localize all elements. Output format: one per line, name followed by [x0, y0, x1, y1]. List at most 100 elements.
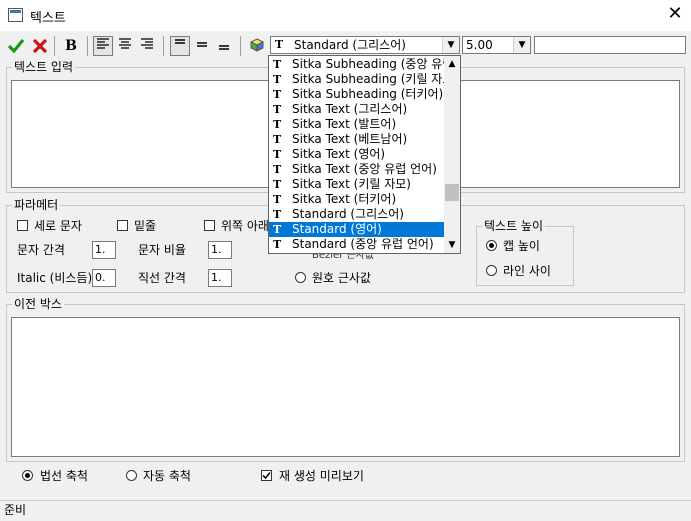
font-list-item[interactable]: T Sitka Text (중앙 유럽 언어) — [269, 162, 444, 177]
font-list-item-label: Sitka Text (터키어) — [292, 192, 397, 206]
cube-icon — [249, 38, 265, 52]
font-list-item-label: Standard (그리스어) — [292, 207, 404, 221]
font-list-item[interactable]: T Sitka Text (그리스어) — [269, 102, 444, 117]
truetype-icon: T — [273, 103, 282, 116]
font-combo[interactable]: T Standard (그리스어) ▼ — [270, 36, 460, 54]
valign-bottom-button[interactable] — [214, 36, 234, 56]
chevron-down-icon[interactable]: ▼ — [513, 37, 530, 53]
font-list-item[interactable]: T Sitka Text (키릴 자모) — [269, 177, 444, 192]
italic-label: Italic (비스듬) — [17, 271, 93, 285]
underline-checkbox[interactable] — [117, 220, 128, 231]
font-list-item[interactable]: T Sitka Text (발트어) — [269, 117, 444, 132]
line-between-label: 라인 사이 — [503, 264, 551, 278]
font-list-item-label: Sitka Text (영어) — [292, 147, 386, 161]
extra-field[interactable] — [534, 36, 686, 54]
cap-height-radio[interactable] — [486, 240, 497, 251]
valign-bottom-icon — [219, 45, 229, 50]
status-text: 준비 — [4, 503, 27, 517]
separator — [87, 36, 88, 56]
align-center-icon — [119, 38, 131, 49]
font-list-item[interactable]: T Sitka Subheading (키릴 자모 — [269, 72, 444, 87]
truetype-icon: T — [273, 133, 282, 146]
dropdown-scrollbar[interactable]: ▲ ▼ — [444, 56, 460, 253]
check-icon — [262, 472, 271, 480]
cancel-button[interactable] — [30, 36, 50, 56]
truetype-icon: T — [273, 223, 282, 236]
truetype-icon: T — [275, 38, 284, 51]
vertical-text-checkbox[interactable] — [17, 220, 28, 231]
x-icon — [32, 38, 48, 54]
align-center-button[interactable] — [115, 36, 135, 56]
line-spacing-label: 직선 간격 — [138, 271, 186, 285]
font-dropdown-list[interactable]: T Sitka Subheading (중앙 유럽 T Sitka Subheadin… — [268, 55, 461, 254]
char-spacing-label: 문자 간격 — [17, 243, 65, 257]
font-list-item[interactable]: T Sitka Text (베트남어) — [269, 132, 444, 147]
auto-scale-label: 자동 축척 — [143, 469, 191, 483]
size-combo[interactable]: 5.00 ▼ — [462, 36, 531, 54]
vertical-text-label: 세로 문자 — [34, 219, 82, 233]
underline-label: 밑줄 — [134, 219, 157, 233]
arc-approx-radio[interactable] — [295, 272, 306, 283]
font-list-item[interactable]: T Sitka Text (터키어) — [269, 192, 444, 207]
arc-approx-label: 원호 근사값 — [312, 271, 372, 285]
align-right-button[interactable] — [137, 36, 157, 56]
symbol-button[interactable] — [247, 36, 267, 56]
ok-button[interactable] — [6, 36, 26, 56]
chevron-up-icon[interactable]: ▲ — [444, 56, 460, 72]
char-spacing-input[interactable]: 1. — [92, 241, 116, 259]
align-left-icon — [97, 38, 109, 49]
cap-height-label: 캡 높이 — [503, 239, 540, 253]
valign-top-button[interactable] — [170, 36, 190, 56]
bold-button[interactable]: B — [61, 36, 81, 56]
valign-top-icon — [175, 39, 185, 44]
auto-scale-radio[interactable] — [126, 470, 137, 481]
separator — [54, 36, 55, 56]
italic-input[interactable]: 0. — [92, 269, 116, 287]
font-list-item[interactable]: T Sitka Text (영어) — [269, 147, 444, 162]
font-list-item-label: Sitka Subheading (중앙 유럽 — [292, 57, 444, 71]
font-list-item-label: Sitka Text (발트어) — [292, 117, 397, 131]
font-list-item[interactable]: T Standard (그리스어) — [269, 207, 444, 222]
valign-middle-button[interactable] — [192, 36, 212, 56]
params-legend: 파라메터 — [12, 198, 61, 212]
truetype-icon: T — [273, 73, 282, 86]
chevron-down-icon[interactable]: ▼ — [442, 37, 459, 53]
regen-preview-checkbox[interactable] — [261, 470, 272, 481]
font-list-item-label: Standard (중앙 유럽 언어) — [292, 237, 434, 251]
preview-box — [11, 317, 680, 457]
font-list-item-label: Sitka Text (베트남어) — [292, 132, 408, 146]
truetype-icon: T — [273, 163, 282, 176]
align-right-icon — [141, 38, 153, 49]
char-ratio-label: 문자 비율 — [138, 243, 186, 257]
line-spacing-input[interactable]: 1. — [208, 269, 232, 287]
font-list-item-label: Standard (영어) — [292, 222, 382, 236]
app-icon — [8, 8, 23, 22]
truetype-icon: T — [273, 88, 282, 101]
font-combo-value: Standard (그리스어) — [294, 38, 406, 52]
font-list-item[interactable]: T Standard (중앙 유럽 언어) — [269, 237, 444, 252]
font-list-item[interactable]: T Sitka Subheading (터키어) — [269, 87, 444, 102]
line-between-radio[interactable] — [486, 265, 497, 276]
font-list-item[interactable]: T Sitka Subheading (중앙 유럽 — [269, 57, 444, 72]
over-under-checkbox[interactable] — [204, 220, 215, 231]
text-height-legend: 텍스트 높이 — [482, 219, 546, 233]
size-combo-value: 5.00 — [466, 38, 493, 52]
preview-legend: 이전 박스 — [12, 297, 64, 311]
font-list-item[interactable]: T Standard (영어) — [269, 222, 444, 237]
align-left-button[interactable] — [93, 36, 113, 56]
close-button[interactable]: ✕ — [664, 3, 686, 25]
regen-preview-label: 재 생성 미리보기 — [279, 469, 364, 483]
char-ratio-input[interactable]: 1. — [208, 241, 232, 259]
over-under-label: 위쪽 아래 — [221, 219, 269, 233]
text-input-legend: 텍스트 입력 — [12, 60, 76, 74]
valign-middle-icon — [197, 42, 207, 47]
chevron-down-icon[interactable]: ▼ — [444, 237, 460, 253]
truetype-icon: T — [273, 118, 282, 131]
truetype-icon: T — [273, 238, 282, 251]
normal-scale-radio[interactable] — [22, 470, 33, 481]
truetype-icon: T — [273, 178, 282, 191]
scroll-thumb[interactable] — [445, 184, 459, 201]
truetype-icon: T — [273, 193, 282, 206]
truetype-icon: T — [273, 208, 282, 221]
check-icon — [7, 38, 25, 54]
